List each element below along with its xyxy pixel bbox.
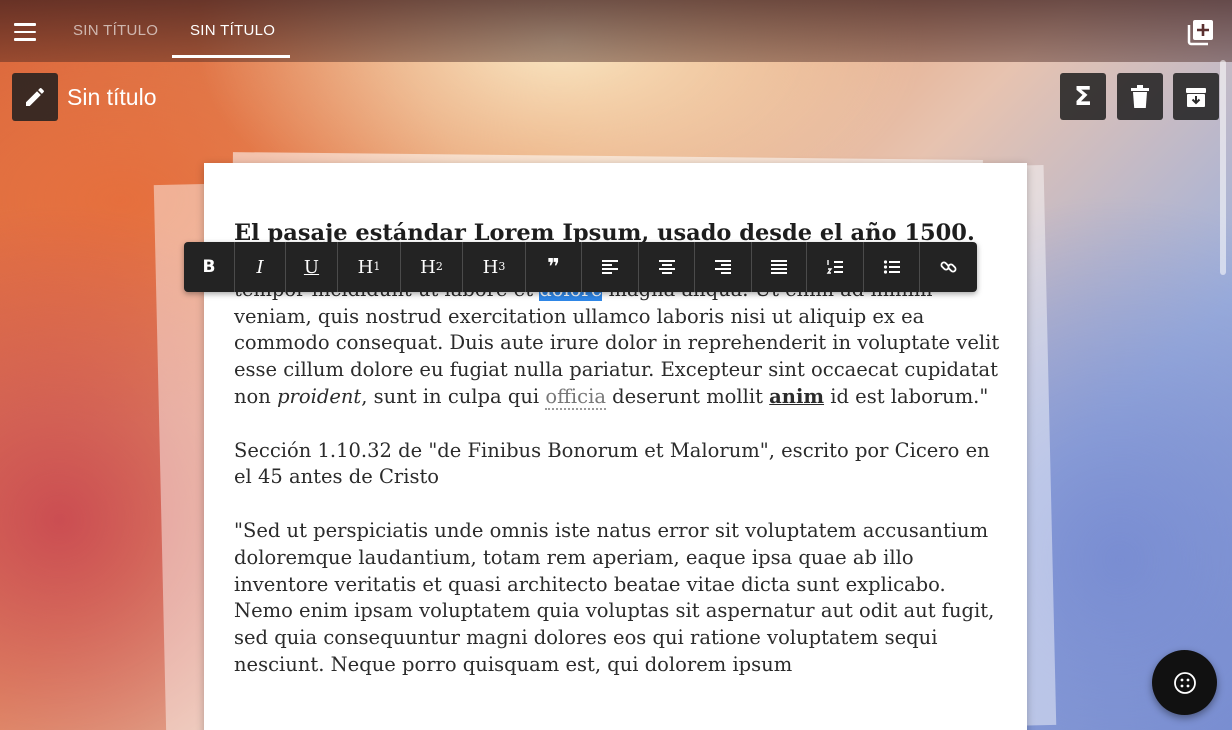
abbreviation-text: officia <box>545 384 606 410</box>
h2-button[interactable]: H2 <box>401 242 463 292</box>
align-right-icon <box>715 260 731 274</box>
underline-button[interactable]: U <box>286 242 338 292</box>
ordered-list-button[interactable] <box>807 242 864 292</box>
link-icon <box>940 261 956 273</box>
dots-menu-icon <box>1173 671 1196 694</box>
link-button[interactable] <box>920 242 977 292</box>
align-right-button[interactable] <box>695 242 752 292</box>
h1-label: H <box>357 256 374 278</box>
hamburger-menu-icon[interactable] <box>14 18 44 46</box>
h2-label: H <box>420 256 436 278</box>
delete-button[interactable] <box>1117 73 1163 120</box>
align-left-button[interactable] <box>582 242 639 292</box>
ordered-list-icon <box>826 260 843 274</box>
align-center-icon <box>658 260 675 274</box>
scrollbar[interactable] <box>1220 60 1226 275</box>
justify-icon <box>771 260 787 274</box>
align-left-icon <box>602 260 618 274</box>
italic-button[interactable]: I <box>235 242 286 292</box>
active-tab-indicator <box>172 55 290 58</box>
tab-untitled-1[interactable]: SIN TÍTULO <box>73 22 158 39</box>
formula-button[interactable]: Σ <box>1060 73 1106 120</box>
bold-button[interactable]: B <box>184 242 235 292</box>
trash-icon <box>1131 84 1149 108</box>
unordered-list-icon <box>883 260 900 274</box>
floating-menu-button[interactable] <box>1152 650 1217 715</box>
paragraph-3[interactable]: "Sed ut perspiciatis unde omnis iste nat… <box>234 518 1004 679</box>
italic-text: proident <box>277 384 362 408</box>
archive-button[interactable] <box>1173 73 1219 120</box>
h3-label: H <box>482 256 499 278</box>
h1-button[interactable]: H1 <box>338 242 401 292</box>
formatting-toolbar: B I U H1 H2 H3 ❞ <box>184 242 977 292</box>
tab-untitled-2[interactable]: SIN TÍTULO <box>190 22 275 39</box>
sigma-icon: Σ <box>1074 81 1092 112</box>
unordered-list-button[interactable] <box>864 242 920 292</box>
top-bar: SIN TÍTULO SIN TÍTULO <box>0 0 1232 62</box>
paragraph-2[interactable]: Sección 1.10.32 de "de Finibus Bonorum e… <box>234 438 1004 492</box>
edit-title-button[interactable] <box>12 73 58 121</box>
justify-button[interactable] <box>752 242 807 292</box>
archive-icon <box>1186 87 1206 107</box>
h3-button[interactable]: H3 <box>463 242 526 292</box>
align-center-button[interactable] <box>639 242 695 292</box>
text-span: deserunt mollit <box>605 384 770 408</box>
bold-underlined-text: anim <box>769 384 825 408</box>
pencil-icon <box>26 87 44 106</box>
add-note-icon[interactable] <box>1187 18 1215 46</box>
document-title[interactable]: Sin título <box>67 84 157 111</box>
quote-button[interactable]: ❞ <box>526 242 582 292</box>
text-span: id est laborum." <box>824 384 989 408</box>
text-span: , sunt in culpa qui <box>361 384 546 408</box>
